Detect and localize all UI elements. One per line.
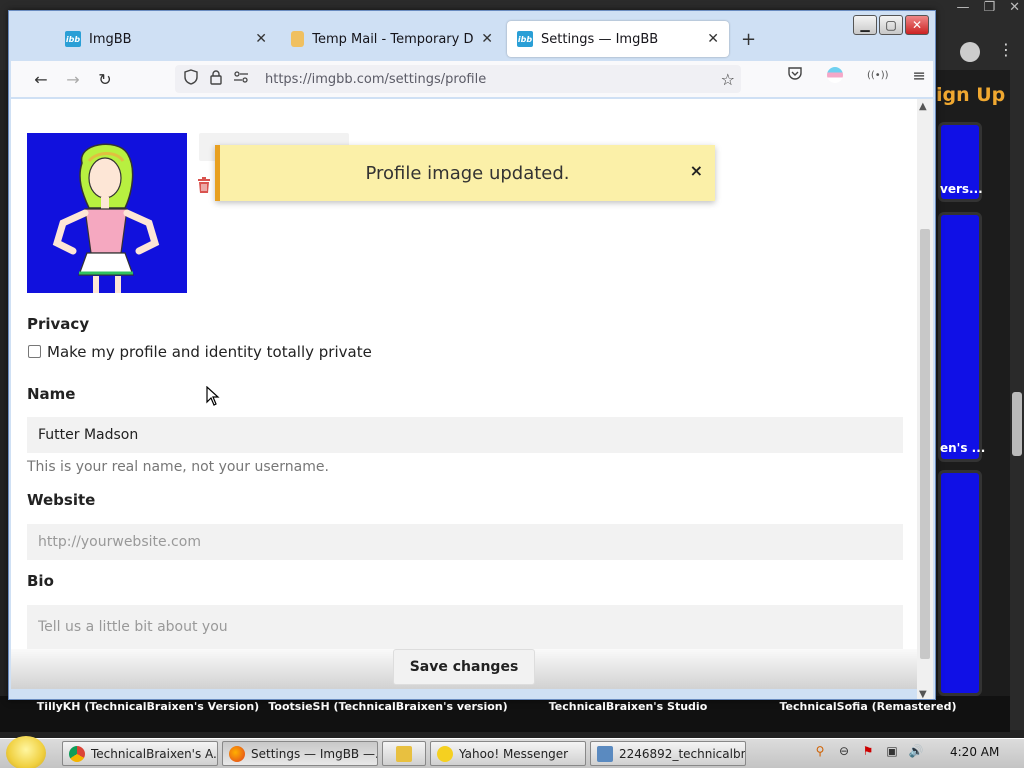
image-viewer-icon: [597, 745, 613, 762]
taskbar-item-yahoo-messenger[interactable]: Yahoo! Messenger: [430, 741, 586, 766]
permissions-icon[interactable]: [233, 70, 249, 88]
hamburger-menu-icon[interactable]: ≡: [913, 66, 926, 85]
close-tab-icon[interactable]: ✕: [255, 31, 267, 47]
navigation-toolbar: ← → ↻ https://imgbb.com/settings/profile…: [11, 61, 933, 97]
website-field[interactable]: [27, 524, 903, 560]
gallery-item-title[interactable]: TechnicalBraixen's Studio: [508, 700, 748, 713]
start-button[interactable]: [6, 736, 46, 768]
forward-icon[interactable]: →: [57, 65, 89, 93]
notification-toast: Profile image updated. ×: [215, 145, 715, 201]
url-bar[interactable]: https://imgbb.com/settings/profile ☆: [175, 65, 741, 93]
kebab-menu-icon[interactable]: ⋮: [998, 40, 1014, 59]
save-changes-button[interactable]: Save changes: [393, 649, 535, 685]
privacy-checkbox[interactable]: [28, 345, 41, 358]
tab-label: Temp Mail - Temporary Dispos: [312, 31, 474, 47]
imgbb-logo-icon: ibb: [65, 31, 81, 47]
taskbar-item-label: Settings — ImgBB —...: [251, 746, 378, 761]
trash-icon[interactable]: [197, 177, 211, 197]
display-icon[interactable]: ▣: [884, 743, 900, 759]
bookmark-star-icon[interactable]: ☆: [721, 70, 735, 89]
gallery-item-title[interactable]: TechnicalSofia (Remastered): [748, 700, 988, 713]
tracking-protection-shield-icon[interactable]: [183, 69, 199, 89]
taskbar-item-explorer[interactable]: [382, 741, 426, 766]
taskbar-clock[interactable]: 4:20 AM: [950, 745, 999, 759]
name-label: Name: [27, 385, 76, 403]
close-icon[interactable]: ×: [690, 161, 703, 180]
chrome-icon: [69, 745, 85, 762]
taskbar-item-label: 2246892_technicalbr...: [619, 746, 746, 761]
taskbar-item-firefox[interactable]: Settings — ImgBB —...: [222, 741, 378, 766]
taskbar-item-chrome[interactable]: TechnicalBraixen's A...: [62, 741, 218, 766]
taskbar-item-label: TechnicalBraixen's A...: [91, 746, 218, 761]
name-field[interactable]: [27, 417, 903, 453]
pocket-icon[interactable]: [787, 65, 803, 85]
network-status-icon[interactable]: ⊖: [836, 743, 852, 759]
gallery-card[interactable]: [938, 470, 982, 696]
system-tray: ⚲ ⊖ ⚑ ▣ 🔊: [812, 743, 924, 759]
minimize-icon[interactable]: —: [956, 0, 969, 15]
tab-strip: ibb ImgBB ✕ Temp Mail - Temporary Dispos…: [11, 19, 931, 59]
restore-icon[interactable]: ❐: [983, 0, 995, 15]
privacy-checkbox-label[interactable]: Make my profile and identity totally pri…: [47, 343, 372, 361]
taskbar-item-image-viewer[interactable]: 2246892_technicalbr...: [590, 741, 746, 766]
toast-message: Profile image updated.: [365, 162, 570, 184]
tab-settings-imgbb[interactable]: ibb Settings — ImgBB ✕: [507, 21, 729, 57]
gallery-item-title[interactable]: TillyKH (TechnicalBraixen's Version): [28, 700, 268, 713]
mouse-cursor-icon: [206, 385, 220, 410]
scroll-up-icon[interactable]: ▲: [919, 101, 927, 112]
website-label: Website: [27, 491, 96, 509]
security-alert-icon[interactable]: ⚑: [860, 743, 876, 759]
firefox-icon: [229, 745, 245, 762]
page-scrollbar[interactable]: ▲ ▼: [917, 99, 933, 700]
close-icon[interactable]: ✕: [1009, 0, 1020, 15]
background-window-controls: — ❐ ✕: [956, 0, 1020, 15]
tab-label: ImgBB: [89, 31, 132, 47]
privacy-label: Privacy: [27, 315, 90, 333]
profile-avatar-icon[interactable]: [960, 42, 980, 62]
reload-icon[interactable]: ↻: [89, 65, 121, 93]
imgbb-logo-icon: ibb: [517, 31, 533, 47]
extension-icon[interactable]: ((•)): [867, 70, 889, 81]
folder-icon: [396, 745, 412, 762]
close-tab-icon[interactable]: ✕: [481, 31, 493, 47]
background-scrollbar-thumb[interactable]: [1012, 392, 1022, 456]
firefox-window: ▁ ▢ ✕ ibb ImgBB ✕ Temp Mail - Temporary …: [8, 10, 936, 700]
search-icon[interactable]: ⚲: [812, 743, 828, 759]
taskbar-item-label: Yahoo! Messenger: [459, 746, 569, 761]
settings-profile-page: Profile image updated. × Privacy Make my…: [11, 99, 917, 689]
yahoo-messenger-icon: [437, 745, 453, 762]
new-tab-icon[interactable]: +: [741, 29, 756, 50]
tab-imgbb[interactable]: ibb ImgBB ✕: [55, 21, 277, 57]
toolbar-extensions: ((•)) ≡: [787, 65, 926, 85]
bio-label: Bio: [27, 572, 54, 590]
gallery-card-label: vers...: [940, 182, 983, 196]
lock-icon[interactable]: [209, 69, 223, 89]
back-icon[interactable]: ←: [25, 65, 57, 93]
profile-avatar-image[interactable]: [27, 133, 187, 293]
tab-temp-mail[interactable]: Temp Mail - Temporary Dispos ✕: [281, 21, 503, 57]
sign-up-link[interactable]: ign Up: [936, 84, 1005, 106]
volume-icon[interactable]: 🔊: [908, 743, 924, 759]
profile-flag-icon[interactable]: [827, 67, 843, 83]
name-hint: This is your real name, not your usernam…: [27, 459, 329, 475]
gallery-item-title[interactable]: TootsieSH (TechnicalBraixen's version): [268, 700, 508, 713]
page-scrollbar-thumb[interactable]: [920, 229, 930, 659]
gallery-card[interactable]: [938, 212, 982, 462]
bio-field[interactable]: [27, 605, 903, 649]
url-text[interactable]: https://imgbb.com/settings/profile: [265, 72, 486, 87]
scroll-down-icon[interactable]: ▼: [919, 689, 927, 700]
close-tab-icon[interactable]: ✕: [707, 31, 719, 47]
tab-label: Settings — ImgBB: [541, 31, 659, 47]
tempmail-logo-icon: [291, 31, 305, 47]
gallery-card-label: en's ...: [940, 441, 986, 455]
